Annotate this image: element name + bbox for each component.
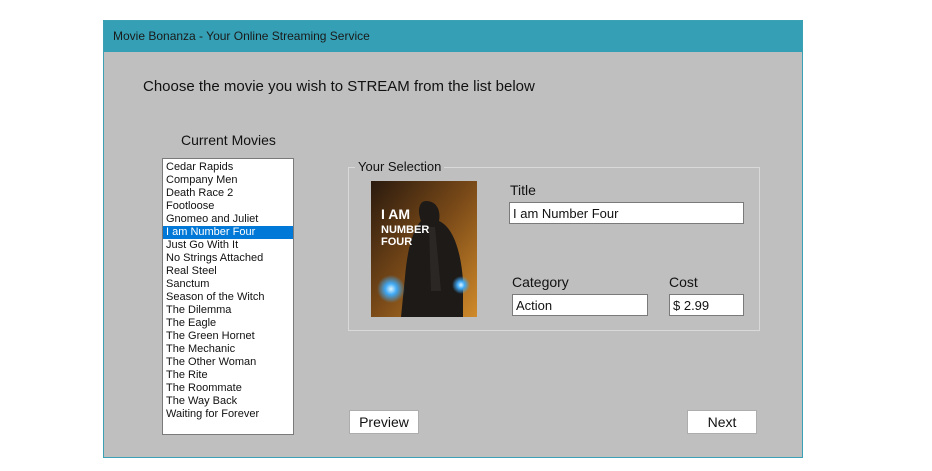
current-movies-label: Current Movies [181,132,276,148]
list-item[interactable]: The Rite [163,369,293,382]
category-field[interactable] [512,294,648,316]
next-button[interactable]: Next [687,410,757,434]
cost-label: Cost [669,274,698,290]
main-window: Movie Bonanza - Your Online Streaming Se… [103,20,803,458]
list-item[interactable]: The Eagle [163,317,293,330]
list-item[interactable]: Death Race 2 [163,187,293,200]
list-item[interactable]: Real Steel [163,265,293,278]
your-selection-group: Your Selection I AM NUMBER FOUR Title I … [348,159,760,331]
title-field[interactable] [509,202,744,224]
list-item[interactable]: Sanctum [163,278,293,291]
movie-poster-image: I AM NUMBER FOUR [371,181,477,317]
list-item[interactable]: Season of the Witch [163,291,293,304]
category-label: Category [512,274,569,290]
instruction-text: Choose the movie you wish to STREAM from… [143,78,535,95]
list-item[interactable]: The Roommate [163,382,293,395]
list-item[interactable]: The Other Woman [163,356,293,369]
list-item[interactable]: The Mechanic [163,343,293,356]
list-item[interactable]: Waiting for Forever [163,408,293,421]
list-item[interactable]: The Dilemma [163,304,293,317]
list-item[interactable]: Just Go With It [163,239,293,252]
your-selection-legend: Your Selection [355,159,445,174]
title-label: Title [510,182,536,198]
poster-text-line2: NUMBER [381,224,429,236]
movie-listbox[interactable]: Cedar Rapids Company Men Death Race 2 Footl… [162,158,294,435]
list-item[interactable]: Gnomeo and Juliet [163,213,293,226]
list-item[interactable]: Footloose [163,200,293,213]
list-item[interactable]: No Strings Attached [163,252,293,265]
list-item[interactable]: I am Number Four [163,226,293,239]
list-item[interactable]: Company Men [163,174,293,187]
poster-text-line3: FOUR [381,236,412,248]
list-item[interactable]: The Green Hornet [163,330,293,343]
list-item[interactable]: The Way Back [163,395,293,408]
window-title: Movie Bonanza - Your Online Streaming Se… [104,21,802,52]
poster-text-line1: I AM [381,206,410,222]
preview-button[interactable]: Preview [349,410,419,434]
cost-field[interactable] [669,294,744,316]
list-item[interactable]: Cedar Rapids [163,161,293,174]
